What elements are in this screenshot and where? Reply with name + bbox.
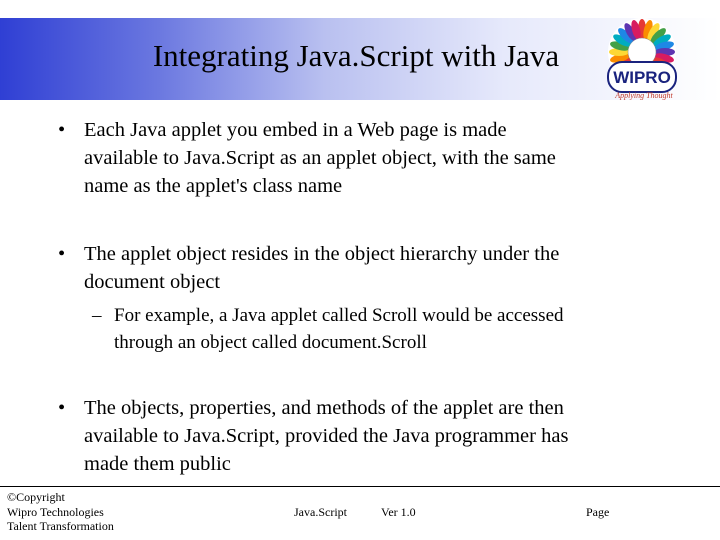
wipro-logo: WIPRO Applying Thought xyxy=(607,18,677,100)
bullet-2-line-2: document object xyxy=(84,271,221,293)
logo-tagline: Applying Thought xyxy=(614,91,673,100)
footer-course: Java.Script xyxy=(294,505,347,519)
sub-bullet-marker: – xyxy=(92,305,102,326)
sub-bullet-line-2: through an object called document.Scroll xyxy=(114,332,427,353)
bullet-3-line-3: made them public xyxy=(84,453,231,475)
logo-wordmark: WIPRO xyxy=(613,68,671,87)
bullet-1-line-1: Each Java applet you embed in a Web page… xyxy=(84,119,507,141)
bullet-1-line-2: available to Java.Script as an applet ob… xyxy=(84,147,556,169)
footer-page: Page xyxy=(586,505,610,519)
bullet-marker: • xyxy=(58,243,66,265)
footer-copyright-block: ©Copyright Wipro Technologies Talent Tra… xyxy=(7,490,114,534)
bullet-marker: • xyxy=(58,119,66,141)
bullet-3-line-1: The objects, properties, and methods of … xyxy=(84,397,564,419)
footer-copyright: ©Copyright xyxy=(7,490,65,504)
footer-version: Ver 1.0 xyxy=(381,505,416,519)
footer-company: Wipro Technologies xyxy=(7,504,104,519)
footer-divider xyxy=(0,486,720,487)
sub-bullet-line-1: For example, a Java applet called Scroll… xyxy=(114,305,564,326)
bullet-3-line-2: available to Java.Script, provided the J… xyxy=(84,425,569,447)
footer-division: Talent Transformation xyxy=(7,519,114,533)
bullet-1-line-3: name as the applet's class name xyxy=(84,175,343,197)
bullet-2-line-1: The applet object resides in the object … xyxy=(84,243,560,265)
bullet-marker: • xyxy=(58,397,66,419)
